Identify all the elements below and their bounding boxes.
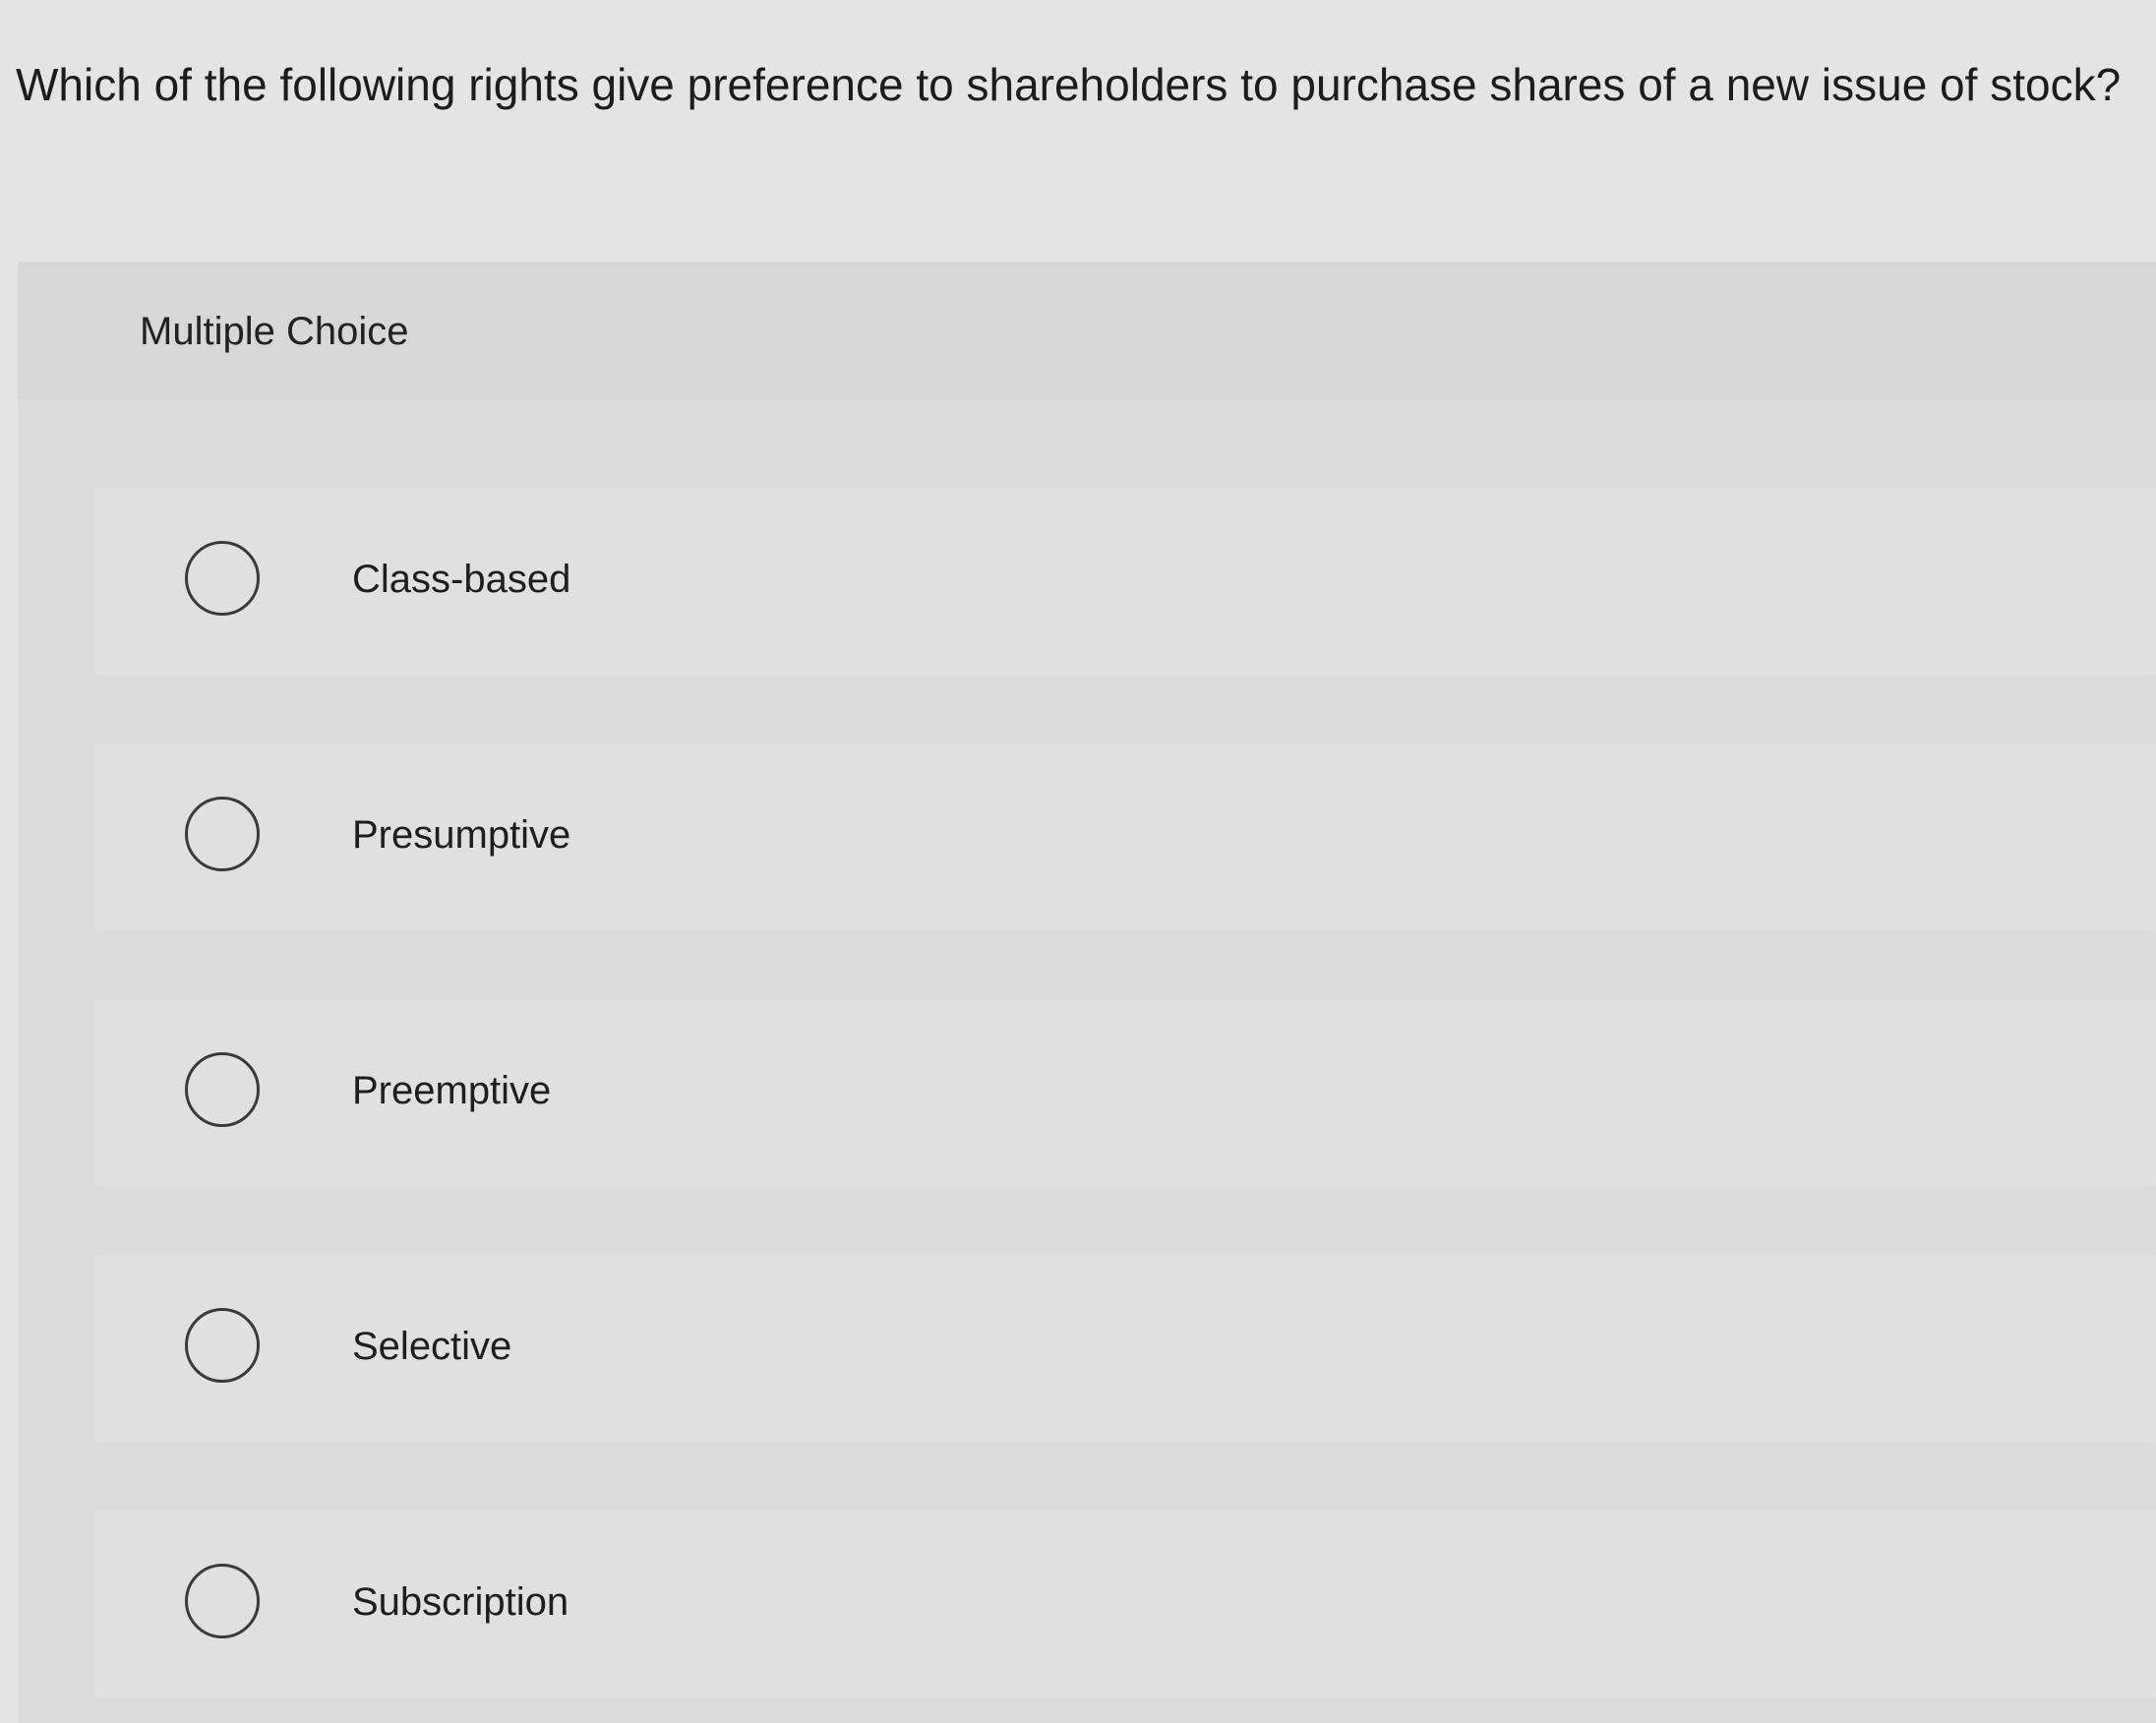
radio-unselected-icon[interactable] [185,1052,260,1127]
question-text: Which of the following rights give prefe… [16,59,2122,110]
option-label: Class-based [352,558,571,601]
radio-unselected-icon[interactable] [185,1564,260,1638]
radio-unselected-icon[interactable] [185,797,260,871]
option-label: Selective [352,1325,512,1368]
radio-unselected-icon[interactable] [185,541,260,616]
option-label: Subscription [352,1580,569,1624]
option-preemptive[interactable]: Preemptive [94,999,2156,1186]
option-presumptive[interactable]: Presumptive [94,743,2156,930]
option-label: Preemptive [352,1069,552,1112]
option-label: Presumptive [352,813,571,857]
panel-title: Multiple Choice [140,310,409,353]
option-class-based[interactable]: Class-based [94,488,2156,675]
option-subscription[interactable]: Subscription [94,1511,2156,1697]
panel-header: Multiple Choice [18,262,2156,399]
radio-unselected-icon[interactable] [185,1308,260,1383]
multiple-choice-panel: Multiple Choice Class-based Presumptive … [18,262,2156,1723]
option-selective[interactable]: Selective [94,1255,2156,1442]
